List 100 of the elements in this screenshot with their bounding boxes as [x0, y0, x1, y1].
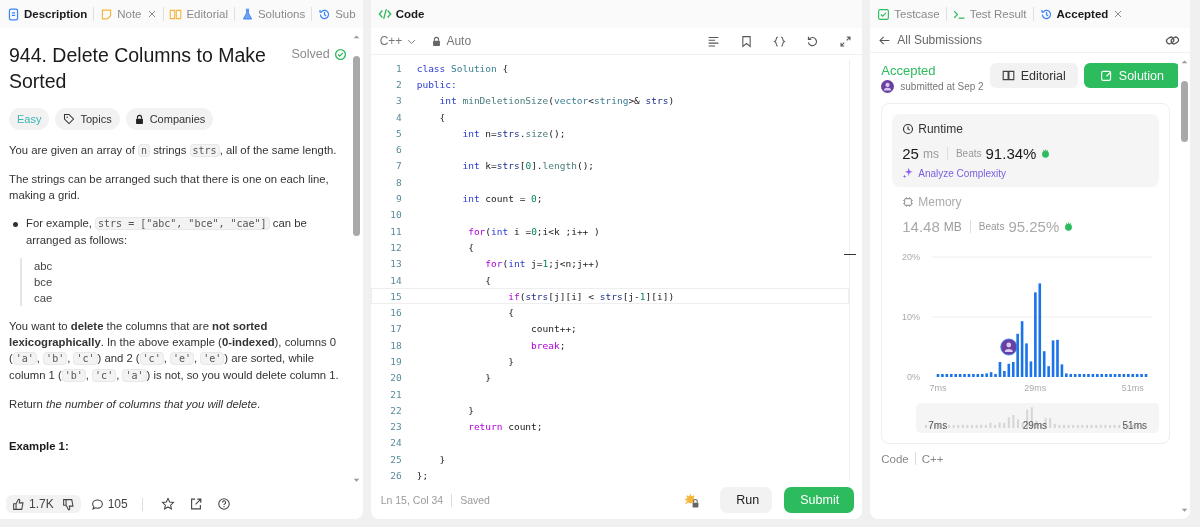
tab[interactable]: Accepted [1038, 4, 1110, 24]
run-button[interactable]: Run [720, 487, 773, 513]
format-icon[interactable] [707, 34, 721, 48]
range-selector[interactable]: 7ms 29ms 51ms [916, 403, 1159, 433]
scrollbar-thumb[interactable] [353, 56, 361, 237]
tab[interactable]: Sub [317, 4, 357, 24]
line-number: 12 [389, 241, 403, 253]
metric-label: Memory [918, 195, 962, 209]
tab[interactable]: Note [99, 4, 143, 24]
line-number: 6 [394, 144, 403, 156]
grid-row-text: abc [34, 259, 54, 274]
document-icon [7, 7, 20, 21]
auto-mode-toggle[interactable]: Auto [431, 34, 472, 48]
edit-icon [1099, 69, 1113, 82]
code-icon [377, 7, 392, 21]
help-icon[interactable] [216, 497, 231, 511]
line-number: 7 [394, 160, 403, 172]
tag-button[interactable]: Topics [55, 108, 120, 130]
line-number: 9 [394, 193, 403, 204]
beats-label: Beats [955, 148, 982, 159]
bullet-dot [13, 222, 18, 227]
code-line: int count = 0; [461, 193, 543, 204]
tab[interactable]: Test Result [951, 4, 1028, 24]
line-number: 20 [389, 372, 403, 384]
braces-icon[interactable] [773, 34, 787, 48]
note-icon [100, 7, 114, 21]
line-number: 8 [394, 176, 403, 188]
scroll-up-icon [1179, 57, 1189, 66]
problem-title: 944. Delete Columns to Make Sorted [9, 43, 267, 94]
language-dropdown[interactable]: C++ [379, 34, 418, 48]
comments-button[interactable]: 105 [90, 497, 128, 511]
reset-icon[interactable] [806, 34, 820, 48]
line-number: 10 [389, 209, 403, 221]
code-line: int minDeletionSize(vector<string>& strs) [438, 95, 675, 107]
all-submissions-link[interactable]: All Submissions [878, 33, 982, 47]
comment-icon [90, 497, 104, 511]
tab[interactable]: Solutions [239, 4, 307, 24]
line-number: 4 [394, 111, 403, 123]
tag-button[interactable]: Companies [125, 108, 214, 130]
runtime-metric-card[interactable]: Runtime 25 ms Beats 91.34% Analyze Complexity [892, 114, 1159, 187]
minimap-marker [844, 254, 857, 255]
tab[interactable]: Editorial [168, 4, 229, 24]
line-number: 19 [389, 356, 403, 367]
solved-label: Solved [291, 46, 330, 62]
submitted-date: submitted at Sep 2 [900, 81, 984, 92]
line-number: 25 [389, 453, 403, 465]
beats-percentage: 95.25% [1008, 218, 1060, 235]
history-icon [318, 7, 332, 21]
clock-icon [902, 123, 915, 135]
code-line: { [467, 241, 474, 253]
line-number: 24 [389, 437, 403, 449]
code-line: } [484, 372, 492, 384]
editorial-button[interactable]: Editorial [989, 63, 1078, 88]
code-line: { [507, 307, 514, 319]
like-button[interactable]: 1.7K [12, 497, 54, 511]
y-axis-label: 10% [902, 312, 921, 322]
line-number: 18 [389, 339, 403, 351]
code-line: break; [530, 339, 566, 351]
star-icon[interactable] [160, 497, 175, 511]
line-number: 1 [394, 62, 403, 74]
code-line: } [467, 404, 474, 416]
share-icon[interactable] [188, 497, 203, 511]
metric-unit: ms [922, 146, 939, 161]
code-line: }; [416, 470, 429, 482]
code-line: } [438, 453, 446, 465]
analyze-complexity-link[interactable]: Analyze Complexity [902, 167, 1149, 179]
line-number: 11 [389, 225, 403, 237]
tab[interactable]: Description [6, 4, 89, 24]
expand-icon[interactable] [839, 34, 853, 48]
beats-label: Beats [978, 221, 1005, 232]
bug-lock-icon[interactable] [683, 491, 701, 509]
code-line: { [484, 274, 492, 286]
thumbs-up-icon [12, 497, 25, 511]
code-line: return count; [467, 421, 543, 433]
flask-icon [240, 7, 254, 21]
code-tab[interactable]: Code [376, 4, 426, 24]
line-number: 2 [394, 78, 403, 90]
bookmark-icon[interactable] [740, 34, 754, 48]
tab[interactable]: Testcase [876, 4, 941, 24]
user-marker-icon [1000, 338, 1018, 356]
dislike-button[interactable] [61, 497, 75, 511]
line-number: 13 [389, 258, 403, 270]
description-paragraph: The strings can be arranged such that there is one on each line, making a grid. [9, 172, 330, 203]
line-number: 16 [389, 307, 403, 319]
scroll-down-icon [352, 476, 362, 485]
scroll-down-icon [1179, 506, 1189, 515]
history-icon [1039, 7, 1053, 21]
code-line: } [507, 356, 514, 367]
range-label: 51ms [1122, 420, 1147, 431]
code-line: for(int i =0;i<k ;i++ ) [467, 225, 600, 237]
metric-label: Runtime [918, 122, 963, 136]
range-label: 29ms [1022, 420, 1048, 431]
scrollbar-thumb[interactable] [1180, 81, 1188, 142]
scroll-up-icon [352, 32, 362, 41]
range-label: 7ms [928, 420, 948, 431]
line-number: 17 [389, 323, 403, 335]
description-paragraph: You want to delete the columns that are not sorted lexicographically. In the above example (0-indexed), columns 0 ( 'a' , 'b' , 'c' ) and 2 ( 'c' , 'e' , 'e' ) are sorted, while column 1 ( 'b' , 'c' , 'a' ) is not, so you would delete column 1. [9, 319, 340, 384]
bullet-text: For example, strs = ["abc", "bce", "cae"] can be arranged as follows: [26, 216, 308, 248]
line-number: 26 [389, 470, 403, 482]
grid-row-text: bce [34, 275, 54, 290]
